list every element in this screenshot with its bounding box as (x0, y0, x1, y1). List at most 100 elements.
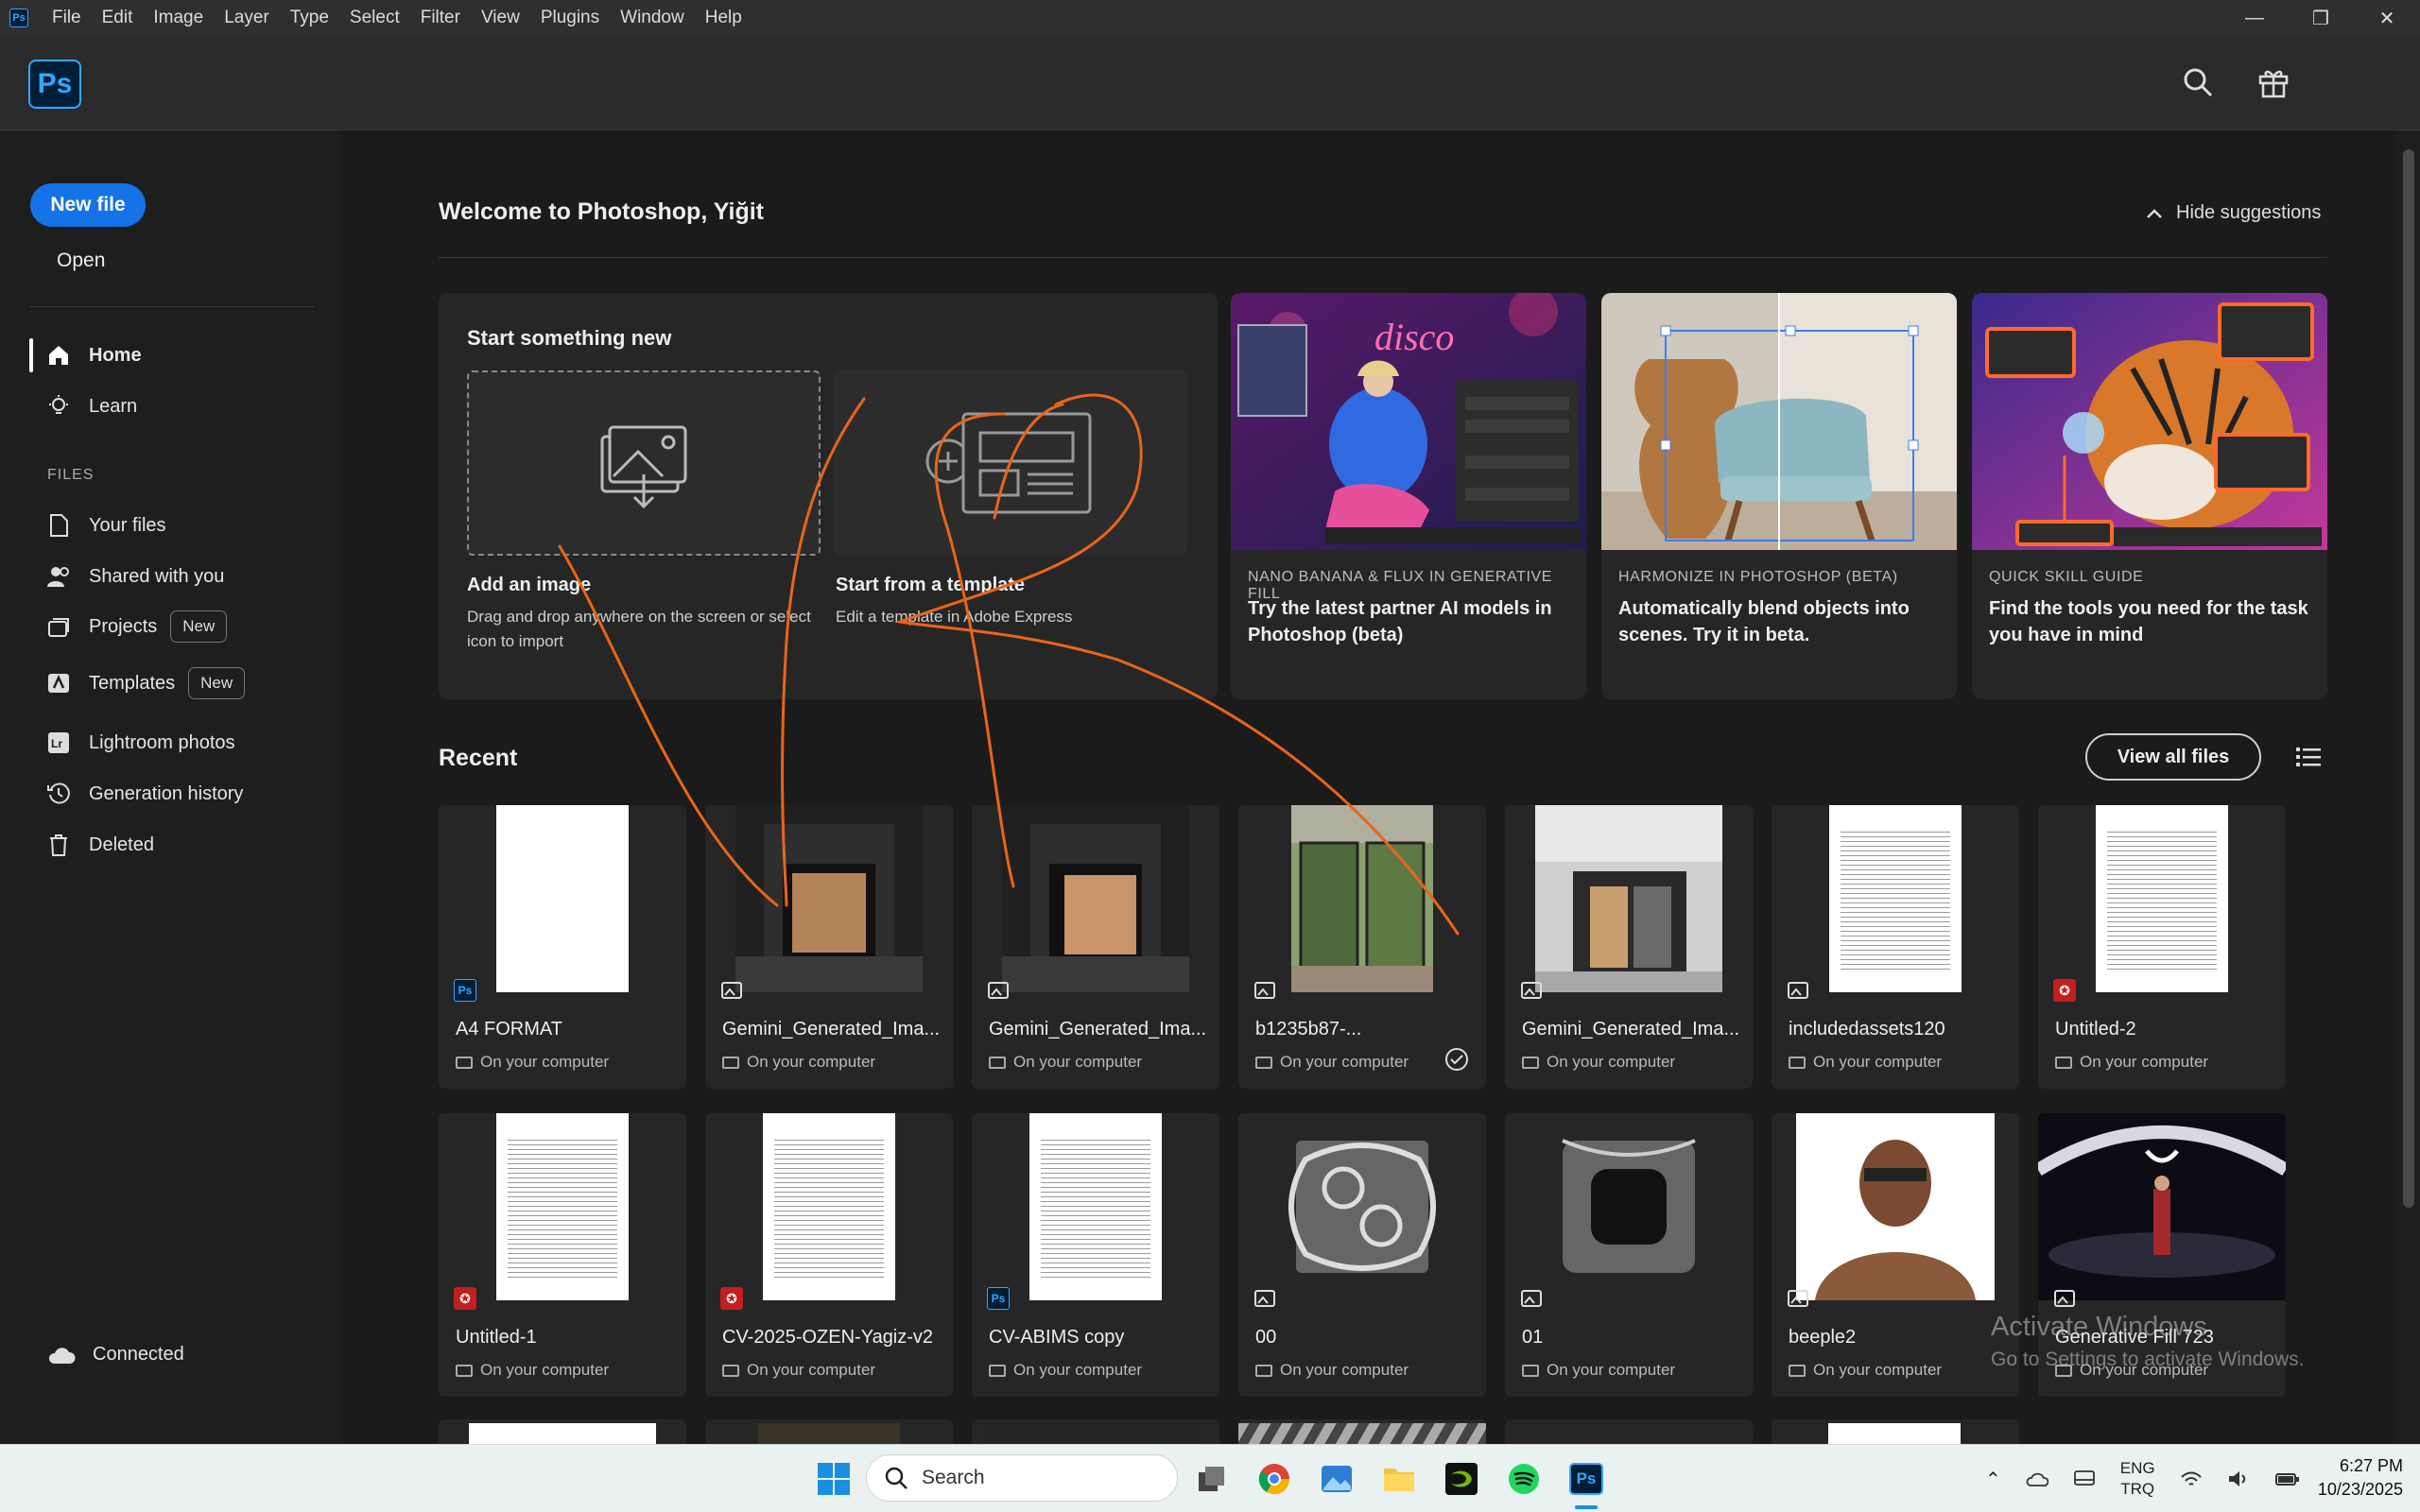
file-thumbnail (705, 805, 953, 992)
recent-file-card[interactable]: Gemini_Generated_Ima... On your computer (1505, 805, 1753, 1089)
recent-file-card[interactable]: Gemini_Generated_Ima... On your computer (972, 805, 1219, 1089)
recent-file-card-partial[interactable] (1772, 1419, 2019, 1444)
windows-logo-icon (818, 1463, 850, 1495)
file-name: 01 (1522, 1327, 1544, 1348)
open-button[interactable]: Open (57, 249, 105, 272)
recent-file-card[interactable]: Gemini_Generated_Ima... On your computer (705, 805, 953, 1089)
file-name: Untitled-1 (456, 1327, 537, 1348)
photos-taskbar-button[interactable] (1312, 1454, 1361, 1503)
list-view-icon[interactable] (2295, 745, 2322, 769)
language-indicator[interactable]: ENG TRQ (2120, 1458, 2155, 1500)
suggestion-card-harmonize[interactable]: HARMONIZE IN PHOTOSHOP (BETA) Automatica… (1601, 293, 1957, 699)
chevron-up-icon (2147, 208, 2162, 218)
gift-icon[interactable] (2257, 66, 2290, 98)
sidebar-item-generation-history[interactable]: Generation history (45, 781, 243, 807)
menu-type[interactable]: Type (280, 0, 339, 36)
photoshop-logo[interactable]: Ps (28, 60, 81, 109)
sidebar-item-learn[interactable]: Learn (45, 393, 137, 420)
menu-plugins[interactable]: Plugins (530, 0, 610, 36)
view-all-files-button[interactable]: View all files (2085, 733, 2261, 781)
recent-file-card[interactable]: ✪ CV-2025-OZEN-Yagiz-v2 On your computer (705, 1113, 953, 1397)
connection-status: Connected (47, 1344, 184, 1366)
menu-image[interactable]: Image (143, 0, 214, 36)
volume-icon[interactable] (2227, 1469, 2250, 1488)
file-location: On your computer (1789, 1361, 1942, 1380)
menu-view[interactable]: View (471, 0, 530, 36)
vertical-scrollbar[interactable] (2397, 130, 2420, 1444)
computer-icon (456, 1364, 473, 1377)
wifi-icon[interactable] (2180, 1469, 2203, 1488)
hide-suggestions-button[interactable]: Hide suggestions (2146, 202, 2321, 224)
sidebar-item-your-files[interactable]: Your files (45, 512, 166, 539)
search-icon[interactable] (2182, 66, 2214, 98)
spotify-taskbar-button[interactable] (1499, 1454, 1548, 1503)
recent-file-card-partial[interactable] (1505, 1419, 1753, 1444)
file-thumbnail (1238, 1113, 1486, 1300)
suggestion-card-quick-skill[interactable]: QUICK SKILL GUIDE Find the tools you nee… (1972, 293, 2327, 699)
nvidia-taskbar-button[interactable] (1437, 1454, 1486, 1503)
menu-edit[interactable]: Edit (92, 0, 144, 36)
file-location-label: On your computer (1280, 1361, 1409, 1379)
photoshop-taskbar-button[interactable]: Ps (1562, 1454, 1611, 1509)
onedrive-icon[interactable] (2026, 1470, 2048, 1487)
task-view-button[interactable] (1187, 1454, 1236, 1503)
scrollbar-thumb[interactable] (2403, 149, 2414, 1208)
sidebar: New file Open Home Learn FILES Your file… (0, 130, 340, 1444)
taskbar-search[interactable]: Search (866, 1454, 1178, 1502)
file-icon (45, 512, 72, 539)
sidebar-item-label: Learn (89, 395, 138, 417)
suggestion-tag: HARMONIZE IN PHOTOSHOP (BETA) (1618, 569, 1898, 585)
recent-file-card[interactable]: ✪ Untitled-2 On your computer (2038, 805, 2286, 1089)
recent-file-card[interactable]: 00 On your computer (1238, 1113, 1486, 1397)
sidebar-item-templates[interactable]: Templates New (45, 667, 246, 699)
chrome-taskbar-button[interactable] (1250, 1454, 1299, 1503)
recent-file-card[interactable]: Ps CV-ABIMS copy On your computer (972, 1113, 1219, 1397)
restore-button[interactable]: ❐ (2288, 0, 2354, 36)
sidebar-item-label: Templates (89, 672, 176, 694)
file-location: On your computer (1255, 1361, 1409, 1380)
menu-filter[interactable]: Filter (410, 0, 471, 36)
file-location: On your computer (989, 1053, 1142, 1072)
recent-file-card-partial[interactable] (1238, 1419, 1486, 1444)
system-clock[interactable]: 6:27 PM 10/23/2025 (2297, 1454, 2403, 1502)
file-thumbnail (2038, 805, 2286, 992)
close-button[interactable]: ✕ (2354, 0, 2420, 36)
file-explorer-button[interactable] (1374, 1454, 1424, 1503)
file-location-label: On your computer (1013, 1361, 1143, 1379)
chevron-up-icon[interactable]: ⌃ (1985, 1468, 2001, 1491)
minimize-button[interactable]: — (2221, 0, 2288, 36)
add-image-dropzone[interactable] (467, 370, 821, 556)
file-name: b1235b87-... (1255, 1019, 1362, 1040)
new-file-button[interactable]: New file (30, 183, 146, 227)
sidebar-item-shared[interactable]: Shared with you (45, 563, 224, 590)
display-icon[interactable] (2073, 1469, 2096, 1488)
pdf-file-icon: ✪ (2053, 979, 2076, 1002)
sidebar-item-label: Generation history (89, 782, 244, 804)
sidebar-item-deleted[interactable]: Deleted (45, 832, 154, 858)
menu-window[interactable]: Window (610, 0, 695, 36)
add-image-title: Add an image (467, 575, 592, 595)
file-location-label: On your computer (480, 1053, 610, 1071)
template-tile[interactable] (834, 370, 1187, 556)
menu-select[interactable]: Select (339, 0, 410, 36)
menu-help[interactable]: Help (695, 0, 752, 36)
recent-file-card[interactable]: b1235b87-... On your computer (1238, 805, 1486, 1089)
recent-file-card[interactable]: ✪ Untitled-1 On your computer (439, 1113, 686, 1397)
image-file-icon (1254, 1290, 1275, 1307)
sidebar-item-projects[interactable]: Projects New (45, 610, 228, 643)
svg-text:Lr: Lr (51, 737, 62, 750)
recent-file-card-partial[interactable] (972, 1419, 1219, 1444)
recent-file-card[interactable]: 01 On your computer (1505, 1113, 1753, 1397)
start-button[interactable] (809, 1454, 858, 1503)
menu-layer[interactable]: Layer (214, 0, 280, 36)
suggestion-card-generative-fill[interactable]: disco NANO BANANA & FLUX IN GENERATIVE F… (1231, 293, 1586, 699)
recent-file-card[interactable]: Ps A4 FORMAT On your computer (439, 805, 686, 1089)
menu-file[interactable]: File (42, 0, 92, 36)
file-thumbnail (439, 1113, 686, 1300)
recent-file-card-partial[interactable] (439, 1419, 686, 1444)
recent-file-card[interactable]: includedassets120 On your computer (1772, 805, 2019, 1089)
recent-file-card[interactable]: beeple2 On your computer (1772, 1113, 2019, 1397)
sidebar-item-lightroom[interactable]: Lr Lightroom photos (45, 730, 235, 756)
recent-file-card-partial[interactable] (705, 1419, 953, 1444)
sidebar-item-home[interactable]: Home (29, 338, 142, 372)
